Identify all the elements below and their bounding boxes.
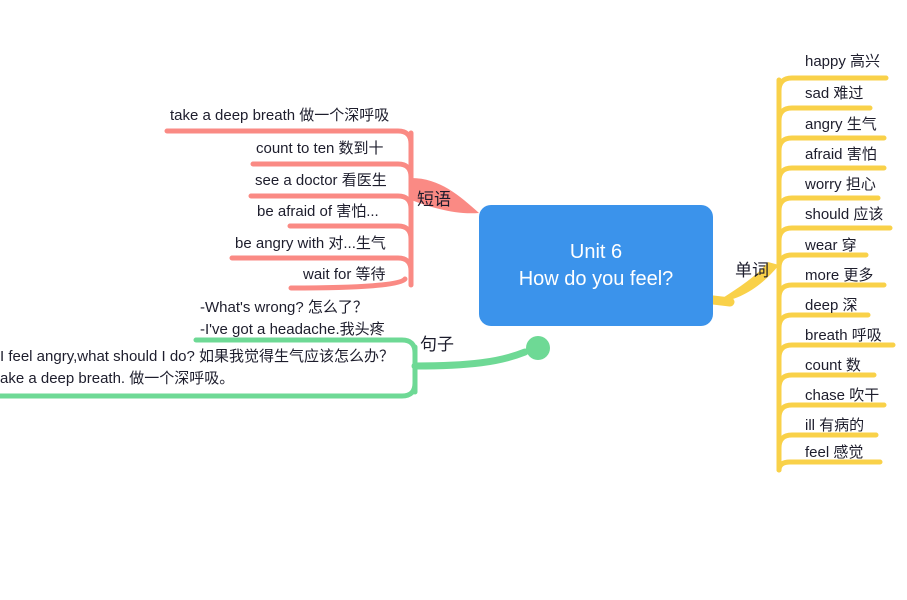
central-topic-line-2: How do you feel?	[518, 267, 674, 290]
branch-label-sentences[interactable]: 句子	[420, 330, 454, 355]
word-item-wear[interactable]: wear 穿	[805, 234, 857, 255]
word-item-count[interactable]: count 数	[805, 354, 861, 375]
word-item-sad[interactable]: sad 难过	[805, 82, 863, 103]
phrase-item-wait-for[interactable]: wait for 等待	[303, 263, 386, 284]
sentence-line: -I've got a headache.我头疼	[200, 320, 385, 338]
word-item-happy[interactable]: happy 高兴	[805, 50, 880, 71]
sentence-line: ake a deep breath. 做一个深呼吸。	[0, 369, 235, 387]
sentence-item-whats-wrong[interactable]: -What's wrong? 怎么了？ -I've got a headache…	[200, 297, 385, 341]
central-topic-line-1: Unit 6	[569, 240, 623, 263]
sentences-stem-bulb	[526, 336, 550, 360]
word-item-afraid[interactable]: afraid 害怕	[805, 143, 877, 164]
sentence-line: -What's wrong? 怎么了？	[200, 299, 368, 316]
branch-connectors	[0, 75, 896, 473]
phrase-item-count-to-ten[interactable]: count to ten 数到十	[256, 137, 384, 158]
word-item-ill[interactable]: ill 有病的	[805, 414, 864, 435]
central-topic-node[interactable]: Unit 6 How do you feel?	[479, 205, 713, 326]
word-item-feel[interactable]: feel 感觉	[805, 441, 863, 462]
word-item-chase[interactable]: chase 吹干	[805, 384, 879, 405]
word-item-should[interactable]: should 应该	[805, 203, 883, 224]
words-leaf-line-14	[776, 459, 883, 473]
phrase-item-see-a-doctor[interactable]: see a doctor 看医生	[255, 169, 387, 190]
word-item-angry[interactable]: angry 生气	[805, 113, 877, 134]
phrase-item-be-afraid-of[interactable]: be afraid of 害怕...	[257, 200, 379, 221]
sentence-line: I feel angry,what should I do? 如果我觉得生气应该…	[0, 348, 395, 365]
mindmap-canvas: Unit 6 How do you feel? 短语 单词 句子 take a …	[0, 0, 907, 600]
words-branch-stub	[708, 295, 735, 307]
branch-label-words[interactable]: 单词	[735, 256, 769, 281]
phrase-item-take-a-deep-breath[interactable]: take a deep breath 做一个深呼吸	[170, 104, 389, 125]
branch-label-phrases[interactable]: 短语	[417, 185, 451, 210]
sentence-item-if-i-feel-angry[interactable]: I feel angry,what should I do? 如果我觉得生气应该…	[0, 346, 394, 390]
word-item-breath[interactable]: breath 呼吸	[805, 324, 882, 345]
word-item-worry[interactable]: worry 担心	[805, 173, 876, 194]
phrase-item-be-angry-with[interactable]: be angry with 对...生气	[235, 232, 386, 253]
word-item-deep[interactable]: deep 深	[805, 294, 858, 315]
word-item-more[interactable]: more 更多	[805, 264, 873, 285]
